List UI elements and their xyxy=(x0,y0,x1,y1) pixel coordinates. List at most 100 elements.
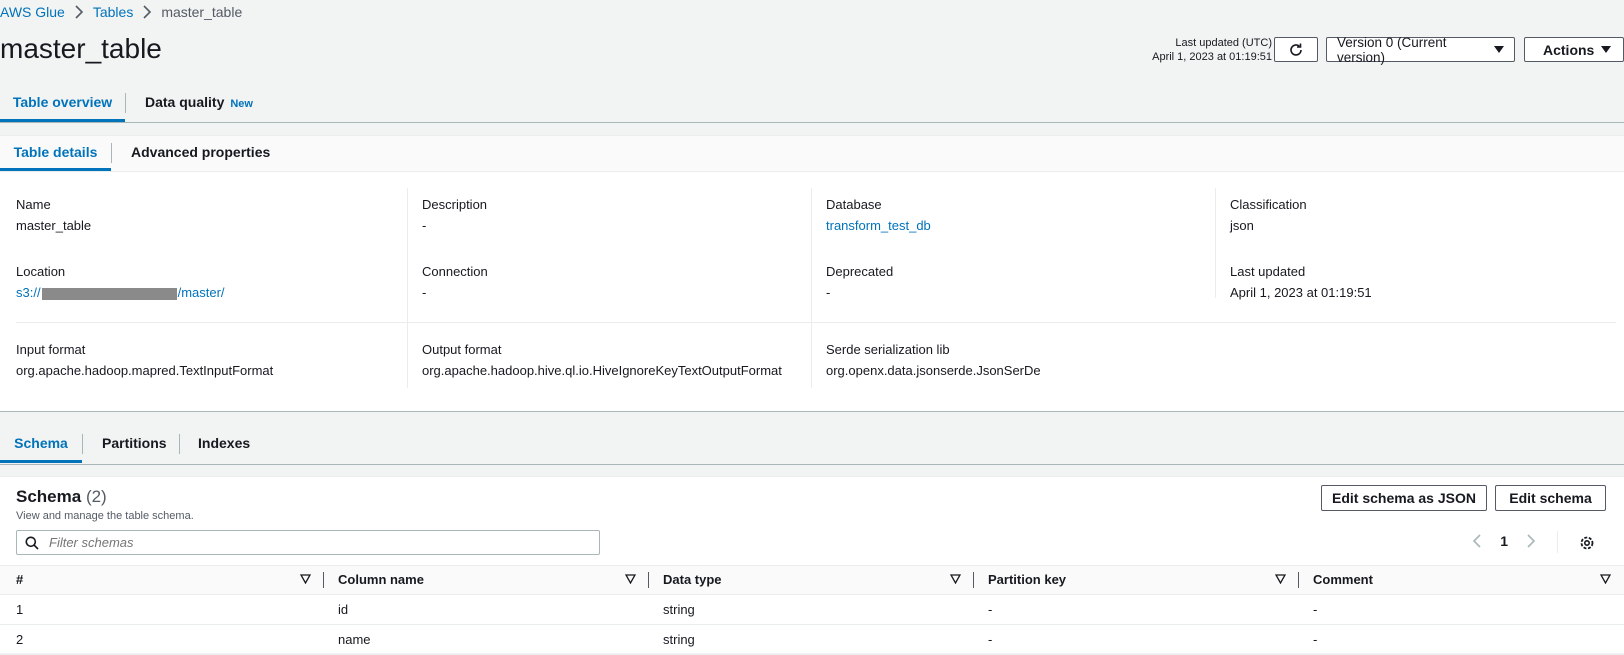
pagination: 1 xyxy=(1472,533,1536,549)
current-page[interactable]: 1 xyxy=(1500,533,1508,549)
field-output-format: Output format org.apache.hadoop.hive.ql.… xyxy=(422,342,782,378)
row-divider xyxy=(16,322,1616,323)
table-cell: 1 xyxy=(16,602,24,617)
field-classification: Classification json xyxy=(1230,197,1307,233)
table-cell: - xyxy=(988,602,993,617)
tab-divider xyxy=(179,434,180,454)
refresh-button[interactable] xyxy=(1274,37,1318,62)
field-label: Connection xyxy=(422,264,488,279)
table-row[interactable]: 1 id string - - xyxy=(0,595,1624,625)
last-updated-label: Last updated (UTC) xyxy=(1175,37,1272,49)
table-details-panel: Table details Advanced properties Name m… xyxy=(0,135,1624,412)
filter-schemas-input[interactable] xyxy=(47,534,591,551)
field-name: Name master_table xyxy=(16,197,91,233)
edit-schema-button[interactable]: Edit schema xyxy=(1495,485,1606,511)
last-updated-value: April 1, 2023 at 01:19:51 xyxy=(1152,51,1272,63)
field-label: Classification xyxy=(1230,197,1307,212)
table-cell: id xyxy=(338,602,349,617)
column-header-name[interactable]: Column name xyxy=(338,566,424,594)
field-label: Location xyxy=(16,264,66,279)
field-connection: Connection - xyxy=(422,264,488,300)
field-value: org.apache.hadoop.hive.ql.io.HiveIgnoreK… xyxy=(422,363,782,378)
column-divider xyxy=(1215,188,1216,298)
tab-indexes[interactable]: Indexes xyxy=(198,427,250,463)
version-select[interactable]: Version 0 (Current version) xyxy=(1326,34,1515,65)
column-divider xyxy=(973,572,974,588)
page-title: master_table xyxy=(0,33,162,64)
field-value: - xyxy=(422,285,427,300)
column-divider xyxy=(811,188,812,388)
database-link[interactable]: transform_test_db xyxy=(826,218,931,233)
schema-count: (2) xyxy=(85,487,107,506)
sort-down-icon[interactable] xyxy=(1600,574,1611,584)
column-header-partition-key[interactable]: Partition key xyxy=(988,566,1066,594)
field-label: Deprecated xyxy=(826,264,894,279)
field-value: org.openx.data.jsonserde.JsonSerDe xyxy=(826,363,1041,378)
column-divider xyxy=(1298,572,1299,588)
breadcrumb-aws-glue[interactable]: AWS Glue xyxy=(0,4,65,20)
column-divider xyxy=(407,188,408,388)
column-header-data-type[interactable]: Data type xyxy=(663,566,722,594)
table-cell: - xyxy=(1313,632,1318,647)
chevron-right-icon xyxy=(75,5,83,19)
tab-divider xyxy=(125,93,126,113)
table-header: # Column name Data type Partition key Co… xyxy=(0,565,1624,595)
actions-button[interactable]: Actions xyxy=(1524,37,1624,62)
field-input-format: Input format org.apache.hadoop.mapred.Te… xyxy=(16,342,273,378)
sort-down-icon[interactable] xyxy=(950,574,961,584)
sort-down-icon[interactable] xyxy=(625,574,636,584)
field-value: - xyxy=(422,218,427,233)
chevron-right-icon[interactable] xyxy=(1526,534,1536,548)
version-select-value: Version 0 (Current version) xyxy=(1337,34,1447,65)
tab-divider xyxy=(82,434,83,454)
field-value: - xyxy=(826,285,831,300)
chevron-left-icon[interactable] xyxy=(1472,534,1482,548)
column-header-number[interactable]: # xyxy=(16,566,23,594)
column-divider xyxy=(323,572,324,588)
refresh-icon xyxy=(1290,43,1302,56)
tab-data-quality[interactable]: Data quality New xyxy=(145,86,253,122)
gear-icon[interactable] xyxy=(1578,534,1596,552)
search-icon xyxy=(25,536,39,550)
new-badge: New xyxy=(230,98,253,110)
schema-title: Schema (2) xyxy=(16,487,107,507)
chevron-right-icon xyxy=(143,5,152,19)
field-label: Last updated xyxy=(1230,264,1306,279)
tab-partitions[interactable]: Partitions xyxy=(102,427,167,463)
field-label: Description xyxy=(422,197,488,212)
tab-table-details[interactable]: Table details xyxy=(0,136,111,171)
field-value: org.apache.hadoop.mapred.TextInputFormat xyxy=(16,363,274,378)
location-suffix: /master/ xyxy=(177,285,225,300)
redacted-block xyxy=(41,287,177,300)
location-prefix: s3:// xyxy=(16,285,41,300)
tab-data-quality-label: Data quality xyxy=(145,94,225,110)
table-cell: 2 xyxy=(16,632,24,647)
field-value: April 1, 2023 at 01:19:51 xyxy=(1230,285,1372,300)
breadcrumb-current: master_table xyxy=(161,4,243,20)
actions-label: Actions xyxy=(1543,41,1595,58)
field-value: master_table xyxy=(16,218,92,233)
location-link[interactable]: s3:// /master/ xyxy=(16,285,225,300)
table-cell: - xyxy=(1313,602,1318,617)
schema-heading: Schema xyxy=(16,487,82,506)
table-cell: name xyxy=(338,632,371,647)
table-cell: string xyxy=(663,632,695,647)
field-database: Database transform_test_db xyxy=(826,197,931,233)
breadcrumb-tables[interactable]: Tables xyxy=(93,4,133,20)
field-description: Description - xyxy=(422,197,487,233)
table-tabs: Table overview Data quality New xyxy=(0,86,1624,123)
pager-divider xyxy=(1557,531,1558,553)
sort-down-icon[interactable] xyxy=(300,574,311,584)
field-label: Input format xyxy=(16,342,86,357)
tab-advanced-properties[interactable]: Advanced properties xyxy=(131,136,270,171)
filter-schemas-field[interactable] xyxy=(16,530,600,555)
sort-down-icon[interactable] xyxy=(1275,574,1286,584)
edit-schema-json-button[interactable]: Edit schema as JSON xyxy=(1321,485,1487,511)
field-serde: Serde serialization lib org.openx.data.j… xyxy=(826,342,1041,378)
tab-table-overview[interactable]: Table overview xyxy=(0,86,125,122)
table-row[interactable]: 2 name string - - xyxy=(0,625,1624,655)
details-tabs: Table details Advanced properties xyxy=(0,136,1624,172)
column-header-comment[interactable]: Comment xyxy=(1313,566,1373,594)
caret-down-icon xyxy=(1601,46,1611,53)
tab-schema[interactable]: Schema xyxy=(0,427,82,463)
